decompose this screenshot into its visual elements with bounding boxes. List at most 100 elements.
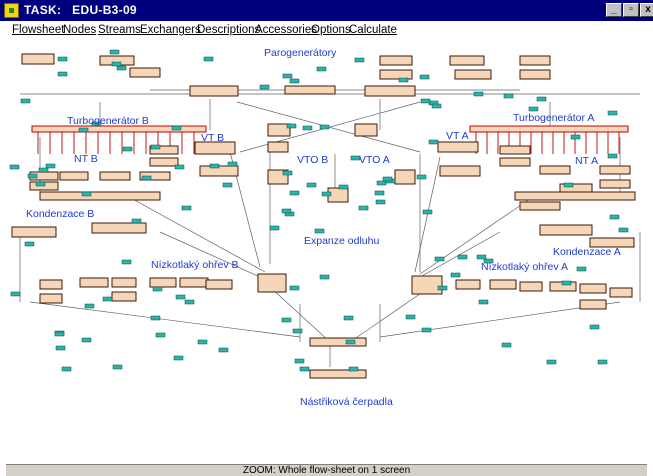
stream-tag-32[interactable] [281, 317, 292, 323]
stream-tag-91[interactable] [618, 227, 629, 233]
stream-tag-40[interactable] [354, 57, 365, 63]
stream-tag-51[interactable] [570, 134, 581, 140]
process-node-6[interactable] [379, 55, 413, 66]
stream-tag-96[interactable] [38, 167, 49, 173]
process-node-22[interactable] [499, 157, 531, 167]
close-button[interactable]: x [640, 3, 653, 17]
stream-tag-17[interactable] [286, 123, 297, 129]
stream-tag-105[interactable] [152, 286, 163, 292]
stream-tag-71[interactable] [218, 347, 229, 353]
stream-tag-80[interactable] [338, 184, 349, 190]
stream-tag-65[interactable] [109, 49, 120, 55]
process-node-28[interactable] [11, 226, 57, 238]
stream-tag-41[interactable] [209, 163, 220, 169]
stream-tag-29[interactable] [434, 256, 445, 262]
stream-tag-82[interactable] [422, 209, 433, 215]
stream-tag-16[interactable] [112, 364, 123, 370]
process-node-40[interactable] [111, 291, 137, 302]
process-node-12[interactable] [267, 123, 291, 137]
stream-tag-45[interactable] [9, 164, 20, 170]
process-node-11[interactable] [519, 69, 551, 80]
title-bar[interactable]: TASK: EDU-B3-09 _ ▫ x [0, 0, 653, 21]
process-node-0[interactable] [189, 85, 239, 97]
menu-options[interactable]: Options [311, 24, 351, 36]
stream-tag-38[interactable] [589, 324, 600, 330]
stream-line-18[interactable] [414, 156, 441, 273]
stream-tag-79[interactable] [345, 339, 356, 345]
process-node-50[interactable] [579, 299, 607, 310]
stream-tag-59[interactable] [536, 96, 547, 102]
stream-tag-108[interactable] [528, 106, 539, 112]
process-node-23[interactable] [39, 191, 161, 201]
process-node-57[interactable] [59, 171, 89, 181]
menu-flowsheet[interactable]: Flowsheet [12, 24, 64, 36]
process-node-2[interactable] [364, 85, 416, 97]
stream-tag-14[interactable] [269, 225, 280, 231]
stream-tag-11[interactable] [597, 359, 608, 365]
stream-tag-43[interactable] [437, 285, 448, 291]
stream-tag-61[interactable] [181, 205, 192, 211]
menu-streams[interactable]: Streams [98, 24, 141, 36]
process-node-42[interactable] [179, 277, 209, 288]
stream-tag-94[interactable] [321, 191, 332, 197]
stream-tag-69[interactable] [10, 291, 21, 297]
process-node-44[interactable] [455, 279, 481, 290]
process-node-29[interactable] [91, 222, 147, 234]
stream-tag-64[interactable] [503, 93, 514, 99]
stream-tag-0[interactable] [314, 228, 325, 234]
stream-tag-19[interactable] [102, 296, 113, 302]
stream-tag-53[interactable] [450, 272, 461, 278]
stream-tag-106[interactable] [197, 339, 208, 345]
stream-tag-62[interactable] [45, 163, 56, 169]
stream-tag-23[interactable] [302, 125, 313, 131]
stream-tag-20[interactable] [227, 161, 238, 167]
process-node-20[interactable] [149, 157, 179, 167]
stream-tag-66[interactable] [398, 77, 409, 83]
stream-tag-54[interactable] [421, 327, 432, 333]
stream-tag-92[interactable] [416, 174, 427, 180]
stream-tag-21[interactable] [55, 345, 66, 351]
stream-tag-30[interactable] [607, 153, 618, 159]
stream-tag-10[interactable] [116, 65, 127, 71]
stream-tag-72[interactable] [457, 254, 468, 260]
stream-tag-28[interactable] [35, 181, 46, 187]
process-node-21[interactable] [499, 145, 531, 155]
stream-tag-93[interactable] [478, 299, 489, 305]
process-node-41[interactable] [149, 277, 177, 288]
process-node-59[interactable] [99, 171, 131, 181]
stream-tag-107[interactable] [382, 176, 393, 182]
stream-tag-37[interactable] [546, 359, 557, 365]
stream-tag-97[interactable] [299, 366, 310, 372]
stream-tag-67[interactable] [259, 84, 270, 90]
stream-tag-83[interactable] [576, 266, 587, 272]
turbine-a-header[interactable] [469, 125, 629, 133]
stream-tag-104[interactable] [121, 259, 132, 265]
stream-tag-9[interactable] [358, 205, 369, 211]
stream-tag-58[interactable] [343, 315, 354, 321]
process-node-48[interactable] [579, 283, 607, 294]
stream-tag-63[interactable] [150, 144, 161, 150]
stream-tag-42[interactable] [141, 175, 152, 181]
stream-tag-31[interactable] [281, 208, 292, 214]
process-node-33[interactable] [411, 275, 443, 295]
stream-line-24[interactable] [349, 286, 431, 343]
stream-tag-99[interactable] [431, 103, 442, 109]
process-node-30[interactable] [539, 224, 593, 236]
stream-tag-76[interactable] [122, 146, 133, 152]
stream-tag-109[interactable] [222, 182, 233, 188]
process-node-39[interactable] [111, 277, 137, 288]
stream-tag-101[interactable] [203, 56, 214, 62]
process-node-16[interactable] [437, 141, 479, 153]
stream-tag-100[interactable] [131, 218, 142, 224]
stream-tag-39[interactable] [476, 254, 487, 260]
process-node-45[interactable] [489, 279, 517, 290]
stream-tag-103[interactable] [27, 173, 38, 179]
stream-tag-5[interactable] [184, 299, 195, 305]
stream-tag-35[interactable] [473, 91, 484, 97]
stream-tag-60[interactable] [316, 66, 327, 72]
stream-tag-68[interactable] [306, 182, 317, 188]
process-node-26[interactable] [394, 169, 416, 185]
stream-tag-74[interactable] [54, 331, 65, 337]
process-node-24[interactable] [514, 191, 636, 201]
process-node-1[interactable] [284, 85, 336, 95]
